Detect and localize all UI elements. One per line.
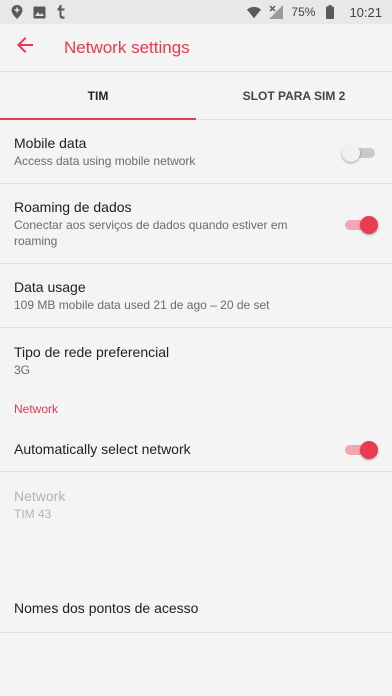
auto-select-text: Automatically select network — [14, 440, 330, 458]
status-bar: 75% 10:21 — [0, 0, 392, 24]
app-bar: Network settings — [0, 24, 392, 72]
back-button[interactable] — [0, 24, 50, 72]
toggle-thumb — [342, 143, 360, 162]
mobile-data-text: Mobile data Access data using mobile net… — [14, 134, 330, 169]
mobile-data-toggle[interactable] — [342, 142, 378, 162]
status-right: 75% 10:21 — [247, 5, 382, 20]
apn-row[interactable]: Nomes dos pontos de acesso — [0, 583, 392, 633]
roaming-text: Roaming de dados Conectar aos serviços d… — [14, 198, 330, 249]
clock: 10:21 — [349, 4, 382, 20]
tab-sim2[interactable]: SLOT PARA SIM 2 — [196, 72, 392, 119]
mobile-data-title: Mobile data — [14, 135, 87, 151]
status-left — [10, 5, 68, 19]
auto-select-toggle[interactable] — [342, 439, 378, 459]
network-subtitle: TIM 43 — [14, 506, 52, 521]
sim-tabs: TIM SLOT PARA SIM 2 — [0, 72, 392, 120]
roaming-row[interactable]: Roaming de dados Conectar aos serviços d… — [0, 184, 392, 264]
battery-percentage: 75% — [291, 5, 316, 19]
arrow-back-icon — [17, 37, 33, 58]
no-signal-icon — [269, 5, 284, 19]
apn-text: Nomes dos pontos de acesso — [14, 599, 378, 617]
page-title: Network settings — [64, 37, 190, 57]
network-section-header: Network — [14, 402, 59, 416]
battery-icon — [323, 5, 337, 19]
network-type-row[interactable]: Tipo de rede preferencial 3G — [0, 328, 392, 392]
data-usage-text: Data usage 109 MB mobile data used 21 de… — [14, 278, 378, 313]
toggle-thumb — [360, 440, 378, 459]
network-text: Network TIM 43 — [14, 487, 378, 522]
network-type-subtitle: 3G — [14, 362, 31, 377]
tumblr-icon — [54, 5, 68, 19]
auto-select-row[interactable]: Automatically select network — [0, 426, 392, 472]
network-type-title: Tipo de rede preferencial — [14, 343, 170, 360]
image-icon — [32, 5, 46, 19]
mobile-data-subtitle: Access data using mobile network — [14, 154, 196, 168]
roaming-title: Roaming de dados — [14, 199, 132, 215]
network-row: Network TIM 43 — [0, 472, 392, 536]
data-usage-subtitle: 109 MB mobile data used 21 de ago – 20 d… — [14, 298, 270, 312]
network-type-text: Tipo de rede preferencial 3G — [14, 343, 378, 378]
network-title: Network — [14, 487, 66, 504]
data-usage-row[interactable]: Data usage 109 MB mobile data used 21 de… — [0, 264, 392, 328]
apn-title: Nomes dos pontos de acesso — [14, 599, 199, 616]
auto-select-title: Automatically select network — [14, 440, 191, 457]
roaming-toggle[interactable] — [342, 214, 378, 234]
roaming-subtitle: Conectar aos serviços de dados quando es… — [14, 218, 288, 248]
toggle-thumb — [360, 215, 378, 234]
mobile-data-row[interactable]: Mobile data Access data using mobile net… — [0, 120, 392, 184]
wifi-icon — [247, 5, 262, 19]
location-pin-icon — [10, 5, 24, 19]
data-usage-title: Data usage — [14, 279, 86, 295]
tab-tim[interactable]: TIM — [0, 72, 196, 120]
